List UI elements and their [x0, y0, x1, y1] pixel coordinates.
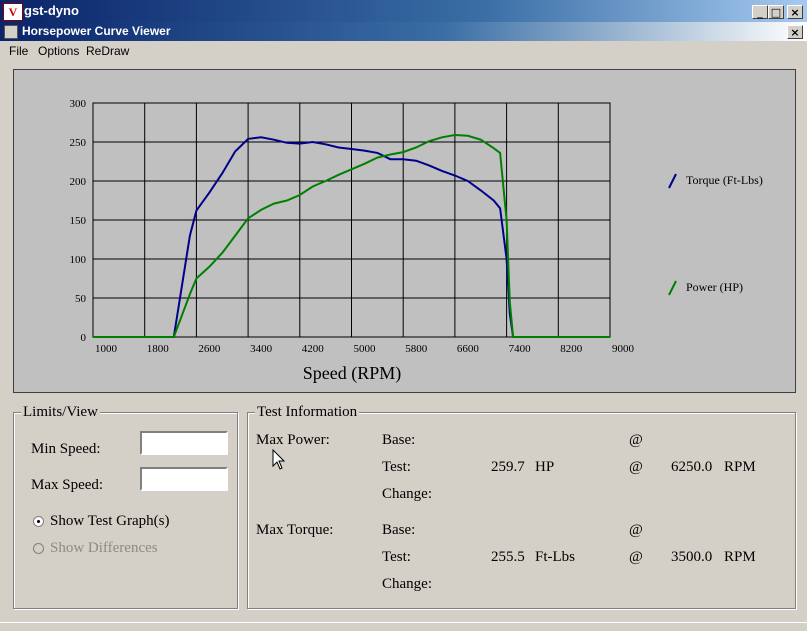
- chart-panel: 1000 1800 2600 3400 4200 5000 5800 6600 7400 8200…: [13, 69, 796, 393]
- max-power-label: Max Power:: [256, 432, 330, 448]
- x-tick-label: 7400: [509, 343, 532, 355]
- power-test-at: @: [629, 459, 643, 475]
- child-close-button[interactable]: ×: [787, 25, 803, 39]
- x-tick-label: 2600: [198, 343, 221, 355]
- legend-label-1: Power (HP): [686, 280, 743, 294]
- app-icon: V: [3, 3, 23, 21]
- x-axis-label: Speed (RPM): [303, 363, 402, 384]
- power-rpm: 6250.0: [671, 459, 713, 475]
- x-tick-label: 6600: [457, 343, 480, 355]
- menu-bar: File Options ReDraw: [0, 42, 807, 60]
- child-window-icon: [4, 25, 18, 39]
- app-title: gst-dyno: [24, 3, 79, 18]
- y-tick-label: 200: [70, 176, 87, 188]
- menu-options[interactable]: Options: [38, 44, 79, 58]
- test-info-title: Test Information: [255, 404, 360, 421]
- torque-test-label: Test:: [382, 549, 411, 565]
- torque-rpm: 3500.0: [671, 549, 713, 565]
- x-tick-label: 5000: [354, 343, 377, 355]
- limits-view-group: Limits/View Min Speed: Max Speed: Show T…: [13, 404, 238, 609]
- x-tick-label: 1800: [147, 343, 170, 355]
- test-info-group: Test Information Max Power: Base: @ Test…: [247, 404, 796, 609]
- legend-swatch-1: [668, 280, 677, 296]
- close-button[interactable]: ×: [787, 5, 803, 19]
- min-speed-label: Min Speed:: [31, 441, 101, 457]
- minimize-button[interactable]: _: [752, 5, 768, 19]
- maximize-button[interactable]: □: [768, 5, 784, 19]
- y-tick-label: 50: [75, 293, 87, 305]
- power-unit: HP: [535, 459, 555, 475]
- x-tick-label: 4200: [302, 343, 325, 355]
- max-torque-label: Max Torque:: [256, 522, 334, 538]
- child-titlebar: Horsepower Curve Viewer ×: [0, 22, 807, 41]
- x-tick-label: 3400: [250, 343, 273, 355]
- show-test-label[interactable]: Show Test Graph(s): [50, 513, 170, 530]
- y-tick-label: 150: [70, 215, 87, 227]
- x-tick-label: 9000: [612, 343, 635, 355]
- x-tick-label: 8200: [560, 343, 583, 355]
- power-test-value: 259.7: [491, 459, 525, 475]
- mouse-cursor-icon: [272, 449, 286, 470]
- max-speed-label: Max Speed:: [31, 477, 104, 493]
- limits-view-title: Limits/View: [21, 404, 100, 421]
- power-base-at: @: [629, 432, 643, 448]
- power-rpm-unit: RPM: [724, 459, 756, 475]
- show-diff-radio: [33, 543, 44, 554]
- max-speed-input[interactable]: [140, 467, 228, 491]
- x-tick-label: 5800: [405, 343, 428, 355]
- show-test-radio[interactable]: [33, 516, 44, 527]
- torque-test-value: 255.5: [491, 549, 525, 565]
- menu-file[interactable]: File: [9, 44, 28, 58]
- x-tick-label: 1000: [95, 343, 118, 355]
- torque-base-at: @: [629, 522, 643, 538]
- torque-test-at: @: [629, 549, 643, 565]
- torque-change-label: Change:: [382, 576, 432, 592]
- torque-unit: Ft-Lbs: [535, 549, 576, 565]
- hp-torque-chart: 1000 1800 2600 3400 4200 5000 5800 6600 7400 8200…: [70, 98, 763, 384]
- menu-redraw[interactable]: ReDraw: [86, 44, 129, 58]
- legend-label-0: Torque (Ft-Lbs): [686, 173, 763, 187]
- power-test-label: Test:: [382, 459, 411, 475]
- min-speed-input[interactable]: [140, 431, 228, 455]
- y-tick-label: 0: [81, 332, 87, 344]
- app-titlebar: V gst-dyno _ □ ×: [0, 0, 807, 22]
- power-base-label: Base:: [382, 432, 416, 448]
- y-tick-label: 300: [70, 98, 87, 110]
- legend-swatch-0: [668, 173, 677, 189]
- y-tick-label: 100: [70, 254, 87, 266]
- power-change-label: Change:: [382, 486, 432, 502]
- child-title: Horsepower Curve Viewer: [22, 24, 171, 38]
- show-diff-label: Show Differences: [50, 540, 158, 556]
- y-tick-label: 250: [70, 137, 87, 149]
- torque-rpm-unit: RPM: [724, 549, 756, 565]
- torque-base-label: Base:: [382, 522, 416, 538]
